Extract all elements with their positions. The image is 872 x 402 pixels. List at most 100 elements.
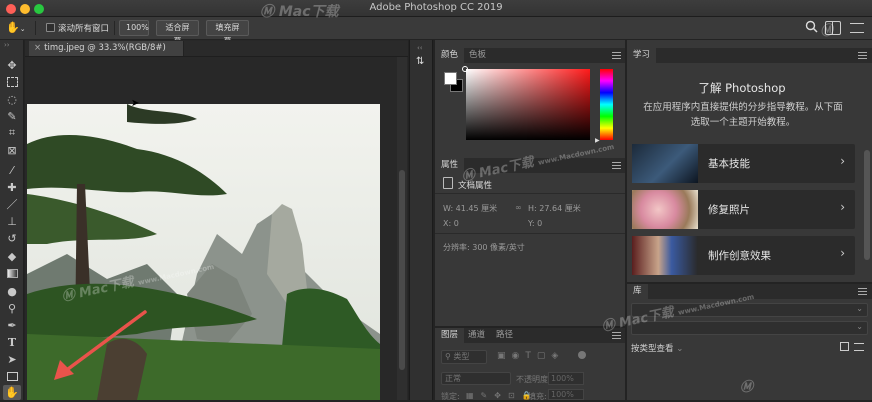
marquee-tool-icon[interactable] [4,74,20,90]
color-panel-menu-icon[interactable] [612,52,621,59]
learn-card-creative-effects[interactable]: 制作创意效果 › [632,236,855,275]
library-search-input[interactable]: ⌄ [631,321,868,335]
blend-mode-label: 正常 [445,374,461,383]
quick-select-icon[interactable]: ✎ [4,108,20,124]
scroll-all-windows-label: 滚动所有窗口 [58,24,110,34]
filter-toggle[interactable] [578,351,586,359]
clone-stamp-icon[interactable]: ⊥ [4,213,20,229]
eraser-icon[interactable]: ◆ [4,248,20,264]
tab-swatches[interactable]: 色板 [463,48,492,63]
hue-slider[interactable] [600,69,613,140]
library-view-label[interactable]: 按类型查看 ⌄ [631,342,683,354]
properties-panel-menu-icon[interactable] [612,162,621,169]
y-value: Y: 0 [528,219,543,228]
layer-filter-label: 类型 [453,352,470,361]
frame-tool-icon[interactable]: ⊠ [4,142,20,158]
tab-paths[interactable]: 路径 [490,328,519,343]
window-titlebar: Adobe Photoshop CC 2019 [0,0,872,17]
brush-tool-icon[interactable]: ／ [4,196,20,212]
move-tool-icon[interactable]: ✥ [4,57,20,73]
panel-icon-strip: ‹‹ ⇅ [409,40,433,400]
layer-filter-select[interactable]: ⚲ 类型 [441,350,487,364]
divider [435,193,625,194]
learn-card-fix-photo[interactable]: 修复照片 › [632,190,855,229]
x-value: X: 0 [443,219,459,228]
pen-tool-icon[interactable]: ✒ [4,317,20,333]
document-tab[interactable]: × timg.jpeg @ 33.3%(RGB/8#) [29,41,184,56]
strip-collapse-icon[interactable]: ‹‹ [417,44,423,52]
list-view-icon[interactable] [854,343,864,351]
zoom-100-button[interactable]: 100% [119,20,149,36]
history-panel-icon[interactable]: ⇅ [416,56,428,70]
tab-color[interactable]: 颜色 [435,48,465,63]
view-by-type-label: 按类型查看 [631,344,674,354]
tab-layers[interactable]: 图层 [435,328,465,343]
color-field[interactable] [466,69,590,140]
learn-card-thumbnail [632,190,698,229]
watermark-brand: Mac下载 [278,4,339,20]
hand-tool-icon[interactable]: ✋ [3,385,21,400]
blend-mode-select[interactable]: 正常 [441,372,511,385]
learn-card-label: 修复照片 [708,204,750,216]
divider [435,233,625,234]
share-icon[interactable] [850,23,864,33]
grid-view-icon[interactable] [840,342,849,351]
options-bar: ✋⌄ 滚动所有窗口 100% 适合屏幕 填充屏幕 [0,17,872,46]
opacity-label: 不透明度: [516,375,551,384]
fill-label: 填充: [528,392,547,401]
tab-library[interactable]: 库 [627,284,648,299]
search-icon[interactable] [805,20,819,36]
healing-brush-icon[interactable]: ✚ [4,179,20,195]
window-title: Adobe Photoshop CC 2019 [369,2,503,13]
width-value: W: 41.45 厘米 [443,204,498,213]
learn-card-basic-skills[interactable]: 基本技能 › [632,144,855,183]
document-tab-label: timg.jpeg @ 33.3%(RGB/8#) [44,43,166,53]
learn-card-label: 制作创意效果 [708,250,771,262]
chevron-right-icon: › [840,154,845,168]
close-tab-icon[interactable]: × [34,43,41,53]
resolution-value: 分辨率: 300 像素/英寸 [443,243,525,252]
learn-panel-header [627,48,872,63]
learn-title: 了解 Photoshop [698,81,786,95]
height-value: H: 27.64 厘米 [528,204,581,213]
blur-icon[interactable]: ● [4,283,20,299]
document-icon [443,177,453,189]
chevron-right-icon: › [840,246,845,260]
learn-panel-menu-icon[interactable] [858,52,867,59]
lock-label: 锁定: [441,392,460,401]
fill-screen-button[interactable]: 填充屏幕 [206,20,249,46]
toolbar-collapse-icon[interactable]: ›› [4,42,20,49]
foreground-color-swatch-front[interactable] [444,72,457,85]
fit-screen-button[interactable]: 适合屏幕 [156,20,199,46]
gradient-icon[interactable] [4,265,20,281]
scrollbar-thumb[interactable] [399,170,405,370]
tab-channels[interactable]: 通道 [462,328,491,343]
type-tool-icon[interactable]: T [4,334,20,350]
lasso-tool-icon[interactable]: ◌ [4,91,20,107]
watermark-logo: Ⓜ Mac下载 [260,4,339,20]
fill-input[interactable]: 100% [548,389,584,400]
scroll-all-windows-checkbox[interactable] [46,23,55,32]
chevron-right-icon: › [840,200,845,214]
library-panel-menu-icon[interactable] [858,288,867,295]
dodge-icon[interactable]: ⚲ [4,300,20,316]
path-select-icon[interactable]: ➤ [4,351,20,367]
layers-panel-menu-icon[interactable] [612,332,621,339]
annotation-arrow [54,310,147,380]
color-picker-handle[interactable] [462,66,468,72]
learn-card-thumbnail [632,144,698,183]
opacity-input[interactable]: 100% [548,372,584,385]
tab-learn[interactable]: 学习 [627,48,657,63]
cursor-icon: ➤ [131,98,140,109]
link-icon[interactable]: ∞ [515,203,522,212]
eyedropper-icon[interactable]: ⁄ [4,162,20,178]
history-brush-icon[interactable]: ↺ [4,230,20,246]
layer-filter-icons[interactable]: ▣◉T▢◈ [497,351,564,361]
learn-card-thumbnail [632,236,698,275]
hand-tool-preset-icon[interactable]: ✋⌄ [6,21,28,36]
learn-card-label: 基本技能 [708,158,750,170]
learn-scrollbar-thumb[interactable] [864,150,870,260]
crop-tool-icon[interactable]: ⌗ [4,125,20,141]
rectangle-tool-icon[interactable] [4,368,20,384]
watermark-logo: Ⓜ [740,380,754,395]
